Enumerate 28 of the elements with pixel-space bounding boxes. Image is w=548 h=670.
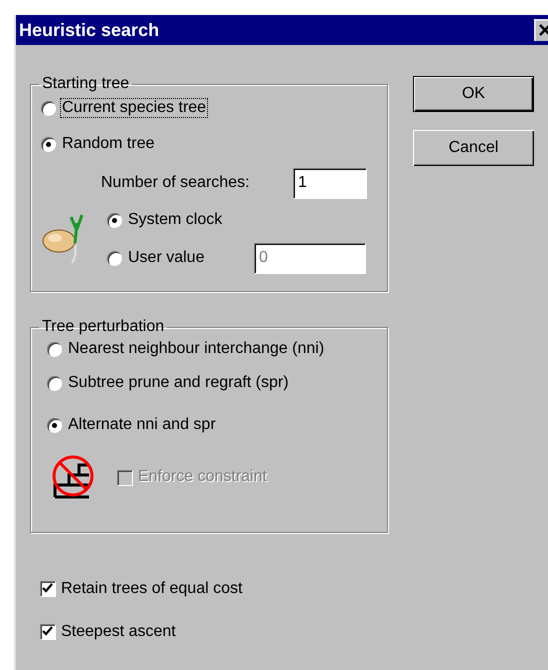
group-title: Starting tree bbox=[41, 75, 130, 93]
seed-icon bbox=[41, 213, 85, 265]
checkbox[interactable] bbox=[40, 624, 55, 639]
searches-input[interactable]: 1 bbox=[293, 168, 366, 198]
option-label: Enforce constraint bbox=[137, 467, 268, 487]
radio-button[interactable] bbox=[41, 136, 56, 152]
cancel-button[interactable]: Cancel bbox=[413, 130, 534, 166]
option-label: Nearest neighbour interchange (nni) bbox=[67, 339, 326, 359]
option-label: Steepest ascent bbox=[60, 622, 177, 642]
option-label: Retain trees of equal cost bbox=[60, 578, 244, 598]
checkbox[interactable] bbox=[40, 581, 55, 596]
group-title: Tree perturbation bbox=[41, 318, 166, 336]
ok-button[interactable]: OK bbox=[413, 76, 534, 112]
radio-button[interactable] bbox=[107, 212, 122, 228]
radio-button[interactable] bbox=[47, 418, 62, 432]
option-label: System clock bbox=[127, 210, 224, 230]
option-label: Current species tree bbox=[60, 98, 208, 118]
option-label: Alternate nni and spr bbox=[67, 415, 217, 435]
field-label: Number of searches: bbox=[100, 173, 251, 193]
close-icon[interactable] bbox=[534, 19, 548, 41]
radio-button[interactable] bbox=[47, 342, 62, 356]
option-label: User value bbox=[127, 248, 206, 268]
radio-button[interactable] bbox=[47, 376, 62, 390]
radio-button[interactable] bbox=[41, 100, 56, 116]
radio-button[interactable] bbox=[107, 250, 122, 266]
option-label: Random tree bbox=[61, 134, 156, 154]
window-title: Heuristic search bbox=[19, 20, 160, 40]
option-label: Subtree prune and regraft (spr) bbox=[67, 373, 290, 393]
